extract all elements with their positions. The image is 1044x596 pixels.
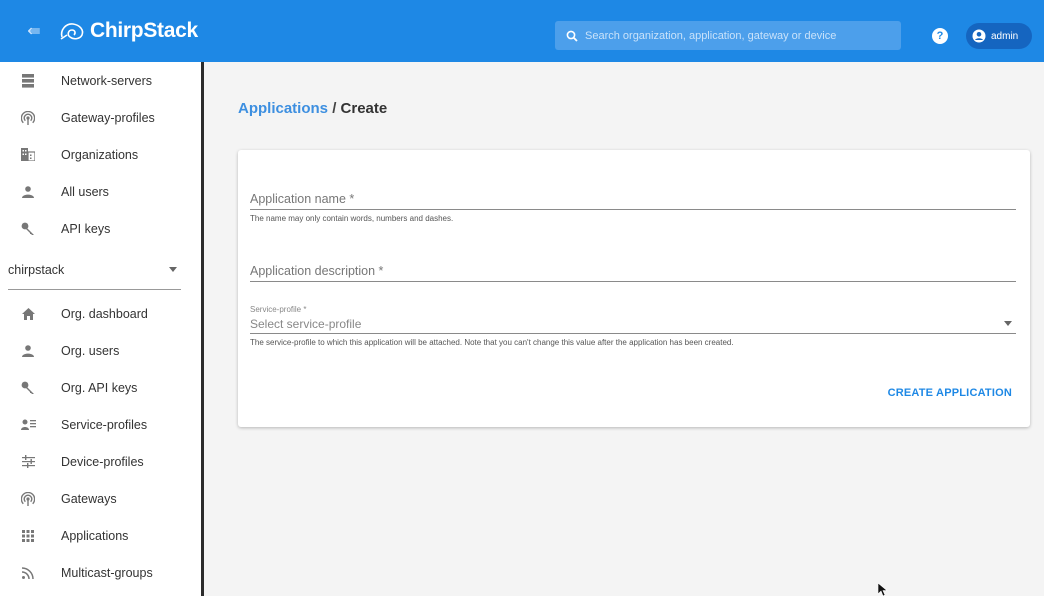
domain-icon: [20, 147, 36, 163]
sidebar-item-label: Org. API keys: [61, 380, 138, 395]
collapse-menu-icon[interactable]: ⇚: [12, 0, 56, 62]
wifi-tether-icon: [20, 491, 36, 507]
service-profile-field[interactable]: Service-profile * Select service-profile…: [250, 305, 1016, 347]
search-box[interactable]: [555, 21, 901, 50]
organization-select[interactable]: chirpstack: [8, 250, 181, 290]
application-description-label: Application description *: [250, 264, 384, 278]
sidebar-item-network-servers[interactable]: Network-servers: [0, 62, 201, 99]
wifi-tether-icon: [20, 110, 36, 126]
sidebar-item-label: Multicast-groups: [61, 565, 153, 580]
sidebar-item-org-dashboard[interactable]: Org. dashboard: [0, 295, 201, 332]
sidebar-item-label: Applications: [61, 528, 129, 543]
logo-text: ChirpStack: [90, 19, 198, 42]
breadcrumb-separator: /: [332, 100, 337, 117]
app-bar: ⇚ ChirpStack ? admin: [0, 0, 1044, 62]
sidebar-item-label: Device-profiles: [61, 454, 144, 469]
service-profile-helper: The service-profile to which this applic…: [250, 338, 734, 347]
application-name-helper: The name may only contain words, numbers…: [250, 214, 454, 223]
chirpstack-logo[interactable]: ChirpStack: [58, 19, 198, 43]
sidebar-item-gateways[interactable]: Gateways: [0, 480, 201, 517]
sidebar-item-applications[interactable]: Applications: [0, 517, 201, 554]
apps-icon: [20, 528, 36, 544]
create-application-button[interactable]: CREATE APPLICATION: [888, 387, 1012, 399]
application-description-input[interactable]: Application description *: [250, 260, 1016, 282]
sidebar-item-label: API keys: [61, 221, 111, 236]
sidebar-item-gateway-profiles[interactable]: Gateway-profiles: [0, 99, 201, 136]
organization-select-value: chirpstack: [8, 262, 65, 277]
mouse-cursor-icon: [878, 583, 888, 596]
admin-nav: Network-servers Gateway-profiles Organiz…: [0, 62, 201, 247]
key-icon: [20, 380, 36, 396]
sidebar-item-label: Service-profiles: [61, 417, 148, 432]
sidebar-item-service-profiles[interactable]: Service-profiles: [0, 406, 201, 443]
sidebar-item-label: All users: [61, 184, 109, 199]
sidebar-item-api-keys[interactable]: API keys: [0, 210, 201, 247]
sidebar-item-label: Gateway-profiles: [61, 110, 155, 125]
breadcrumb-link-applications[interactable]: Applications: [238, 100, 328, 117]
sidebar-item-multicast-groups[interactable]: Multicast-groups: [0, 554, 201, 591]
create-application-form: Application name * The name may only con…: [238, 150, 1030, 427]
rss-icon: [20, 565, 36, 581]
breadcrumb-current: Create: [340, 100, 388, 117]
chevron-down-icon: [169, 267, 177, 272]
service-profile-select[interactable]: Select service-profile: [250, 314, 1016, 334]
sidebar-item-label: Organizations: [61, 147, 139, 162]
sidebar-item-org-api-keys[interactable]: Org. API keys: [0, 369, 201, 406]
user-name: admin: [991, 30, 1019, 42]
key-icon: [20, 221, 36, 237]
service-profile-placeholder: Select service-profile: [250, 316, 362, 331]
sidebar-item-label: Org. dashboard: [61, 306, 148, 321]
application-description-field[interactable]: Application description *: [250, 260, 1016, 282]
user-menu-button[interactable]: admin: [966, 23, 1032, 49]
chirpstack-logo-icon: [60, 23, 84, 40]
sidebar-item-device-profiles[interactable]: Device-profiles: [0, 443, 201, 480]
person-icon: [20, 343, 36, 359]
help-icon[interactable]: ?: [932, 28, 948, 44]
service-profile-label: Service-profile *: [250, 305, 307, 314]
home-icon: [20, 306, 36, 322]
tune-icon: [20, 454, 36, 470]
person-icon: [20, 184, 36, 200]
application-name-field[interactable]: Application name * The name may only con…: [250, 188, 1016, 223]
account-details-icon: [20, 417, 36, 433]
sidebar-item-label: Org. users: [61, 343, 120, 358]
server-icon: [20, 73, 36, 89]
application-name-label: Application name *: [250, 192, 355, 206]
breadcrumb: Applications / Create: [238, 100, 387, 117]
application-name-input[interactable]: Application name *: [250, 188, 1016, 210]
search-icon: [559, 30, 585, 42]
sidebar-item-organizations[interactable]: Organizations: [0, 136, 201, 173]
sidebar-item-org-users[interactable]: Org. users: [0, 332, 201, 369]
sidebar-item-all-users[interactable]: All users: [0, 173, 201, 210]
sidebar: Network-servers Gateway-profiles Organiz…: [0, 62, 204, 596]
org-nav: Org. dashboard Org. users Org. API keys …: [0, 295, 201, 591]
chevron-down-icon: [1004, 321, 1012, 326]
sidebar-item-label: Network-servers: [61, 73, 152, 88]
search-input[interactable]: [585, 29, 885, 42]
sidebar-item-label: Gateways: [61, 491, 117, 506]
account-circle-icon: [972, 29, 986, 43]
